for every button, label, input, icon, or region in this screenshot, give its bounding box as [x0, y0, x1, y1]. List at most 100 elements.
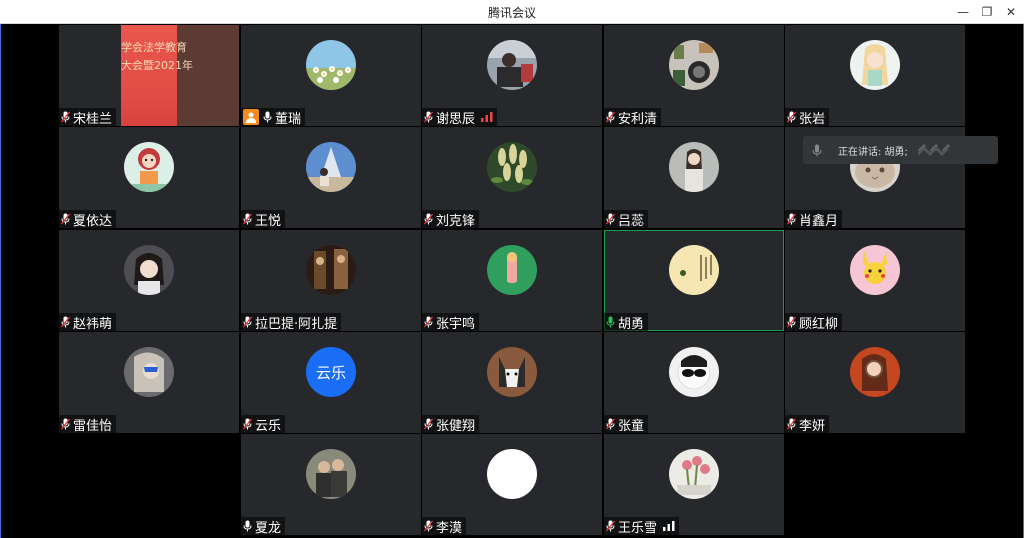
mic-muted-icon — [243, 418, 252, 430]
name-tag: 张健翔 — [422, 415, 480, 433]
mic-muted-icon — [243, 316, 252, 328]
participant-tile[interactable]: 顾红柳 — [785, 230, 965, 331]
mic-muted-icon — [61, 418, 70, 430]
avatar — [487, 449, 537, 499]
participant-name: 吕蕊 — [618, 213, 645, 229]
participant-name: 宋桂兰 — [73, 111, 113, 127]
mic-muted-icon — [606, 111, 615, 123]
microphone-icon — [812, 144, 822, 156]
avatar — [306, 142, 356, 192]
avatar — [669, 347, 719, 397]
avatar — [487, 142, 537, 192]
mic-muted-icon — [787, 111, 796, 123]
name-tag: 夏依达 — [59, 210, 117, 229]
participant-name: 王乐雪 — [618, 520, 658, 536]
participant-tile[interactable]: 安利清 — [604, 25, 784, 126]
minimize-button[interactable]: — — [952, 2, 974, 22]
name-tag: 拉巴提·阿扎提 — [241, 313, 342, 332]
avatar — [306, 449, 356, 499]
avatar — [487, 40, 537, 90]
participant-name: 李漠 — [436, 520, 463, 536]
mic-muted-icon — [424, 520, 433, 532]
participant-name: 张岩 — [799, 111, 826, 127]
participant-tile[interactable]: 张健翔 — [422, 332, 602, 433]
participant-tile[interactable]: 赵祎萌 — [59, 230, 239, 331]
avatar — [487, 347, 537, 397]
name-tag: 雷佳怡 — [59, 415, 117, 434]
close-button[interactable]: ✕ — [1000, 2, 1022, 22]
participant-tile[interactable]: 学会法学教育 大会暨2021年 宋桂兰 — [59, 25, 239, 126]
participant-name: 刘克锋 — [436, 213, 476, 229]
participant-name: 谢思辰 — [436, 111, 476, 127]
avatar — [306, 245, 356, 295]
participant-tile[interactable]: 李妍 — [785, 332, 965, 433]
participant-tile[interactable]: 刘克锋 — [422, 127, 602, 228]
name-tag: 张岩 — [785, 108, 830, 127]
participant-name: 董瑞 — [275, 111, 302, 127]
participant-name: 赵祎萌 — [73, 316, 113, 332]
mic-muted-icon — [787, 418, 796, 430]
name-tag: 肖鑫月 — [785, 210, 843, 228]
avatar — [669, 245, 719, 295]
name-tag: 董瑞 — [241, 108, 306, 127]
participant-tile[interactable]: 夏龙 — [241, 434, 421, 535]
name-tag: 张童 — [604, 415, 649, 433]
screen-share-text: 学会法学教育 大会暨2021年 — [121, 41, 193, 72]
avatar — [669, 142, 719, 192]
host-user-icon — [246, 112, 256, 123]
name-tag: 王乐雪 — [604, 517, 680, 536]
participant-tile[interactable]: 雷佳怡 — [59, 332, 239, 433]
mic-icon — [263, 111, 272, 123]
participant-name: 夏依达 — [73, 213, 113, 229]
mic-muted-icon — [61, 213, 70, 225]
participant-name: 胡勇 — [618, 316, 645, 332]
participant-tile[interactable]: 吕蕊 — [604, 127, 784, 228]
participant-name: 李妍 — [799, 418, 826, 434]
participant-tile[interactable]: 张童 — [604, 332, 784, 433]
title-bar: 腾讯会议 — ❐ ✕ — [0, 0, 1024, 24]
name-tag: 安利清 — [604, 108, 662, 127]
mic-muted-icon — [424, 418, 433, 430]
participant-name: 安利清 — [618, 111, 658, 127]
avatar — [850, 245, 900, 295]
name-tag: 云乐 — [241, 415, 286, 433]
name-tag: 顾红柳 — [785, 313, 843, 332]
participant-tile[interactable]: 拉巴提·阿扎提 — [241, 230, 421, 331]
participant-tile-active-speaker[interactable]: 胡勇 — [604, 230, 784, 331]
name-tag: 张宇鸣 — [422, 313, 480, 331]
name-tag: 李漠 — [422, 517, 467, 536]
name-tag: 胡勇 — [604, 313, 649, 332]
participant-name: 拉巴提·阿扎提 — [255, 316, 338, 332]
name-tag: 李妍 — [785, 415, 830, 434]
host-badge — [243, 109, 259, 125]
avatar — [124, 347, 174, 397]
mic-muted-icon — [424, 213, 433, 225]
mic-icon — [243, 520, 252, 532]
signal-strength-icon — [481, 112, 493, 122]
participant-tile[interactable]: 谢思辰 — [422, 25, 602, 126]
participant-name: 顾红柳 — [799, 316, 839, 332]
avatar-initials: 云乐 — [306, 347, 356, 397]
mic-muted-icon — [787, 213, 796, 225]
participant-tile[interactable]: 张宇鸣 — [422, 230, 602, 331]
participant-tile[interactable]: 李漠 — [422, 434, 602, 535]
audio-wave-icon — [917, 144, 950, 156]
participant-tile[interactable]: 张岩 — [785, 25, 965, 126]
participant-tile[interactable]: 王悦 — [241, 127, 421, 228]
restore-button[interactable]: ❐ — [976, 2, 998, 22]
participant-tile[interactable]: 云乐 云乐 — [241, 332, 421, 433]
participant-tile[interactable]: 董瑞 — [241, 25, 421, 126]
mic-muted-icon — [61, 316, 70, 328]
mic-muted-icon — [787, 316, 796, 328]
participant-tile[interactable]: 王乐雪 — [604, 434, 784, 535]
signal-strength-icon — [663, 521, 675, 531]
participant-tile[interactable]: 夏依达 — [59, 127, 239, 228]
avatar — [124, 245, 174, 295]
participant-name: 雷佳怡 — [73, 418, 113, 434]
mic-muted-icon — [243, 213, 252, 225]
window-title: 腾讯会议 — [487, 6, 536, 20]
participant-name: 王悦 — [255, 213, 282, 229]
speaking-indicator-popup: 正在讲话: 胡勇; — [803, 136, 998, 164]
mic-muted-icon — [606, 213, 615, 225]
avatar — [306, 40, 356, 90]
